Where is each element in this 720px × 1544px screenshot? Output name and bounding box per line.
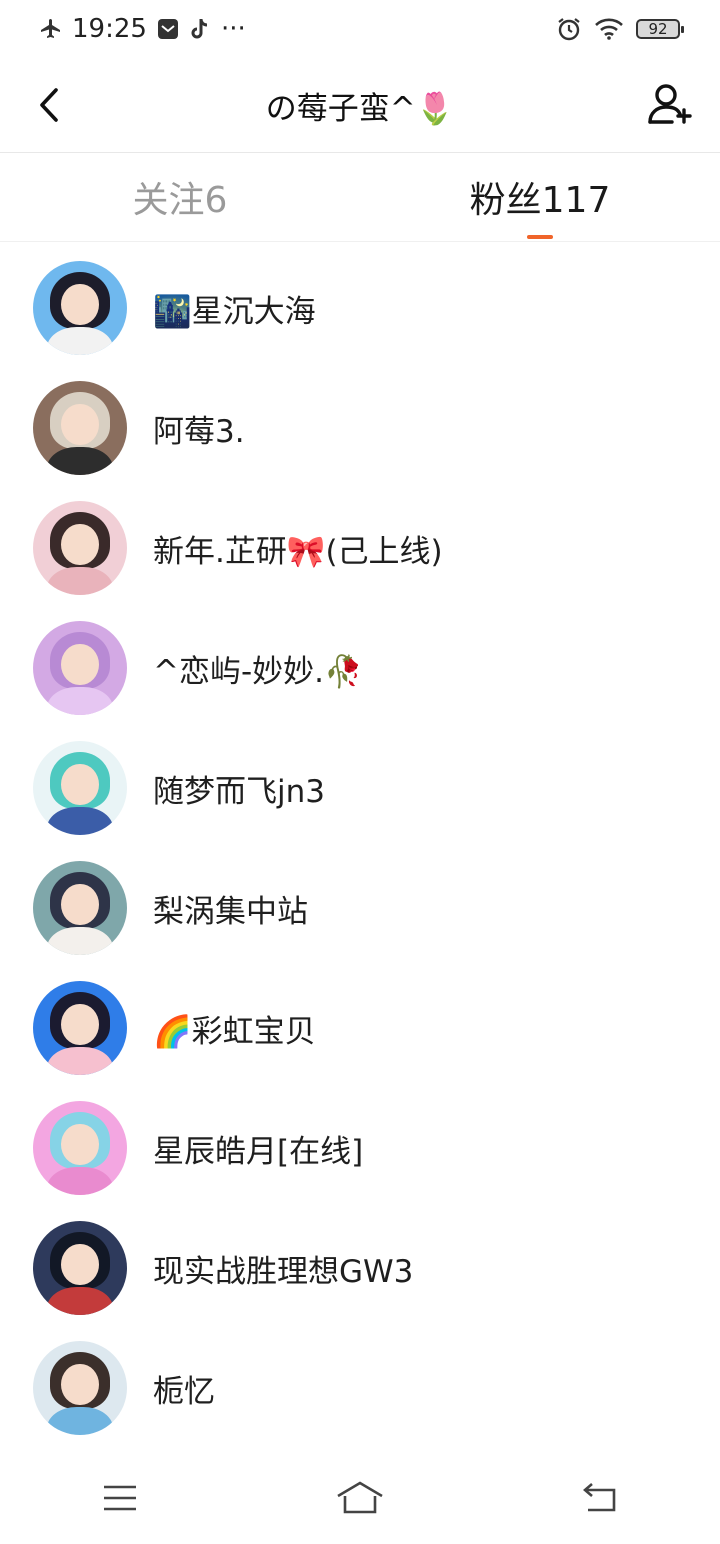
avatar-face: [61, 643, 99, 685]
follower-list: 🌃星沉大海阿莓3. 新年.芷研🎀(己上线) ^恋屿-妙妙.🥀 随梦而飞jn3 梨涡集中站…: [0, 248, 720, 1448]
avatar[interactable]: [33, 741, 127, 835]
avatar-body: [47, 1286, 113, 1315]
avatar-body: [47, 446, 113, 475]
tab-followers-label: 粉丝117: [469, 180, 611, 221]
avatar-face: [61, 523, 99, 565]
avatar[interactable]: [33, 621, 127, 715]
menu-icon: [104, 1485, 136, 1511]
tab-bar: 关注6 粉丝117: [0, 153, 720, 242]
follower-row[interactable]: 随梦而飞jn3: [0, 728, 720, 848]
avatar-body: [47, 1046, 113, 1075]
battery-level: 92: [648, 20, 668, 38]
avatar-face: [61, 883, 99, 925]
active-tab-indicator: [527, 235, 553, 239]
avatar-body: [47, 1166, 113, 1195]
avatar-face: [61, 1243, 99, 1285]
follower-row[interactable]: 🌃星沉大海: [0, 248, 720, 368]
tiktok-icon: [189, 17, 211, 41]
follower-row[interactable]: 现实战胜理想GW3: [0, 1208, 720, 1328]
avatar-face: [61, 1003, 99, 1045]
avatar[interactable]: [33, 501, 127, 595]
follower-name[interactable]: 现实战胜理想GW3: [153, 1246, 413, 1291]
avatar-face: [61, 763, 99, 805]
avatar-body: [47, 566, 113, 595]
follower-name[interactable]: 栀忆: [153, 1366, 215, 1411]
home-icon: [337, 1481, 383, 1514]
avatar[interactable]: [33, 981, 127, 1075]
tab-following-label: 关注6: [132, 180, 228, 221]
app-header: の莓子蛮^🌷: [0, 58, 720, 153]
follower-row[interactable]: 梨涡集中站: [0, 848, 720, 968]
avatar[interactable]: [33, 261, 127, 355]
follower-name[interactable]: 随梦而飞jn3: [153, 766, 325, 811]
avatar[interactable]: [33, 1341, 127, 1435]
follower-name[interactable]: ^恋屿-妙妙.🥀: [153, 646, 363, 691]
follower-row[interactable]: 星辰皓月[在线]: [0, 1088, 720, 1208]
follower-name[interactable]: 梨涡集中站: [153, 886, 308, 931]
follower-row[interactable]: 新年.芷研🎀(己上线): [0, 488, 720, 608]
tab-following[interactable]: 关注6: [0, 153, 360, 241]
tab-followers[interactable]: 粉丝117: [360, 153, 720, 241]
avatar-face: [61, 1123, 99, 1165]
status-bar: 19:25 ··· 92: [0, 0, 720, 58]
add-friend-button[interactable]: [646, 80, 696, 130]
return-icon: [583, 1483, 616, 1512]
avatar-face: [61, 1363, 99, 1405]
alarm-icon: [556, 16, 582, 42]
status-time: 19:25: [72, 14, 147, 44]
follower-row[interactable]: 阿莓3.: [0, 368, 720, 488]
follower-row[interactable]: 栀忆: [0, 1328, 720, 1448]
return-button[interactable]: [570, 1478, 630, 1518]
mail-icon: [157, 18, 179, 40]
avatar[interactable]: [33, 1221, 127, 1315]
avatar-body: [47, 686, 113, 715]
home-button[interactable]: [330, 1478, 390, 1518]
page-title: の莓子蛮^🌷: [265, 90, 455, 127]
avatar-body: [47, 326, 113, 355]
avatar-body: [47, 926, 113, 955]
status-more: ···: [220, 14, 246, 44]
avatar[interactable]: [33, 861, 127, 955]
follower-name[interactable]: 新年.芷研🎀(己上线): [153, 526, 443, 571]
wifi-icon: [594, 17, 624, 41]
airplane-icon: [38, 17, 62, 41]
follower-row[interactable]: 🌈彩虹宝贝: [0, 968, 720, 1088]
avatar-body: [47, 1406, 113, 1435]
follower-row[interactable]: ^恋屿-妙妙.🥀: [0, 608, 720, 728]
follower-name[interactable]: 🌈彩虹宝贝: [153, 1006, 316, 1051]
avatar[interactable]: [33, 1101, 127, 1195]
avatar[interactable]: [33, 381, 127, 475]
menu-button[interactable]: [90, 1478, 150, 1518]
avatar-body: [47, 806, 113, 835]
system-nav-bar: [0, 1452, 720, 1544]
follower-name[interactable]: 阿莓3.: [153, 406, 245, 451]
follower-name[interactable]: 星辰皓月[在线]: [153, 1126, 363, 1171]
avatar-face: [61, 283, 99, 325]
follower-name[interactable]: 🌃星沉大海: [153, 286, 316, 331]
battery-icon: 92: [636, 19, 684, 39]
add-user-icon: [648, 84, 692, 124]
avatar-face: [61, 403, 99, 445]
